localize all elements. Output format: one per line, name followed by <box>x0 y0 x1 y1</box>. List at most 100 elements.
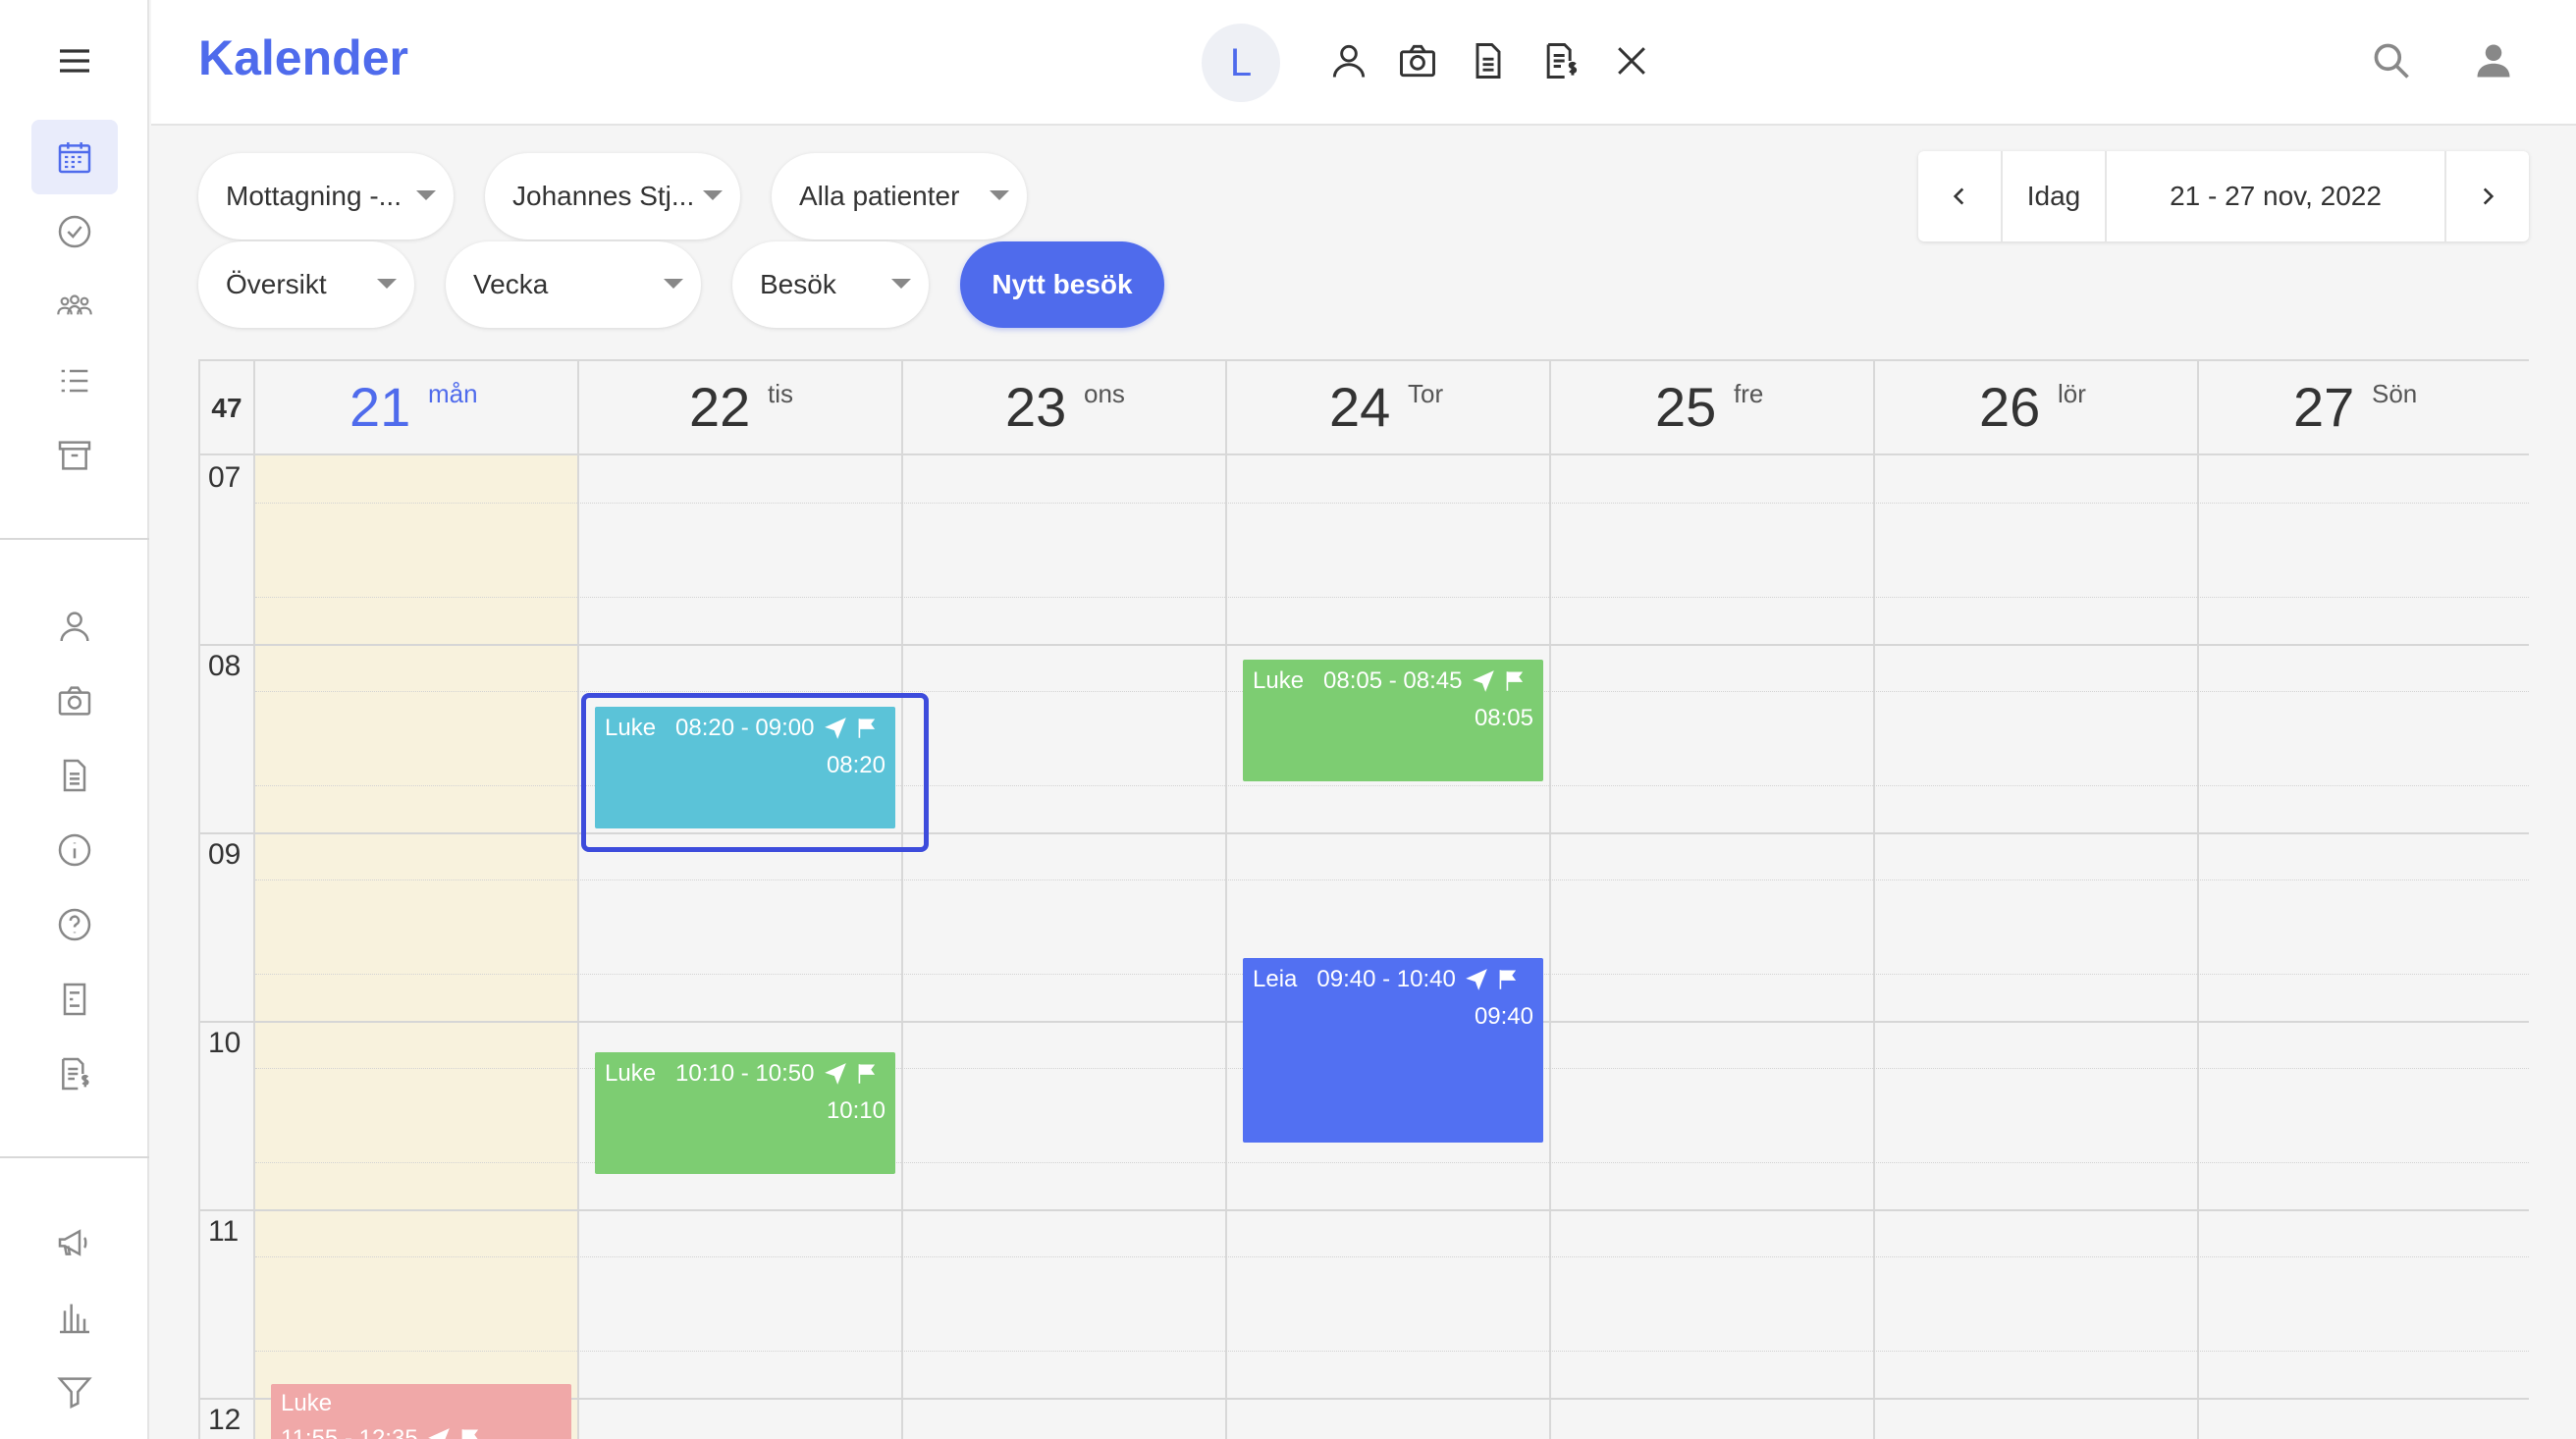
appointment-event[interactable]: Luke 08:05 - 08:45 08:05 <box>1243 660 1543 781</box>
day-column-mon[interactable] <box>255 455 579 1439</box>
help-icon[interactable] <box>31 887 118 962</box>
report-icon[interactable] <box>31 962 118 1037</box>
appointment-event[interactable]: Luke 10:10 - 10:50 10:10 <box>595 1052 895 1174</box>
page-title: Kalender <box>198 30 408 85</box>
hour-label: 12 <box>208 1404 242 1436</box>
user-icon[interactable] <box>1325 37 1372 84</box>
day-column-fri[interactable] <box>1551 455 1875 1439</box>
day-number: 23 <box>1005 376 1067 438</box>
info-icon[interactable] <box>31 813 118 887</box>
day-column-sat[interactable] <box>1875 455 2199 1439</box>
send-icon <box>824 718 846 739</box>
statistics-icon[interactable] <box>31 1280 118 1355</box>
day-column-wed[interactable] <box>903 455 1227 1439</box>
search-icon[interactable] <box>2368 37 2415 84</box>
menu-icon[interactable] <box>31 24 118 98</box>
day-name: mån <box>428 379 478 408</box>
day-header-sat[interactable]: 26 lör <box>1875 361 2199 455</box>
event-start-time: 08:20 <box>826 752 886 778</box>
event-start-time: 08:05 <box>1474 705 1533 731</box>
flag-icon <box>461 1429 478 1439</box>
top-bar: Kalender L <box>151 0 2576 126</box>
event-time: 08:05 - 08:45 <box>1323 667 1463 694</box>
day-header-sun[interactable]: 27 Sön <box>2199 361 2529 455</box>
day-header-fri[interactable]: 25 fre <box>1551 361 1875 455</box>
day-header-thu[interactable]: 24 Tor <box>1227 361 1551 455</box>
camera-icon[interactable] <box>31 664 118 738</box>
quarter-line <box>255 1256 2529 1257</box>
event-patient-name: Luke <box>1253 667 1305 694</box>
calendar-icon[interactable] <box>31 120 118 194</box>
hour-label: 11 <box>208 1215 240 1248</box>
hour-line <box>200 1209 2529 1211</box>
list-icon[interactable] <box>31 344 118 418</box>
appointment-event[interactable]: Luke 08:20 - 09:00 08:20 <box>595 707 895 828</box>
event-time: 09:40 - 10:40 <box>1316 966 1456 992</box>
event-patient-name: Leia <box>1253 966 1298 992</box>
day-header-wed[interactable]: 23 ons <box>903 361 1227 455</box>
camera-icon[interactable] <box>1394 37 1441 84</box>
patients-group-icon[interactable] <box>31 269 118 344</box>
next-week-button[interactable] <box>2446 151 2529 241</box>
day-number: 24 <box>1329 376 1391 438</box>
tasks-check-icon[interactable] <box>31 194 118 269</box>
day-column-sun[interactable] <box>2199 455 2529 1439</box>
document-icon[interactable] <box>1465 37 1512 84</box>
archive-icon[interactable] <box>31 418 118 493</box>
previous-week-button[interactable] <box>1918 151 2001 241</box>
user-icon[interactable] <box>31 589 118 664</box>
type-select[interactable]: Besök <box>732 241 929 328</box>
new-visit-button[interactable]: Nytt besök <box>960 241 1164 328</box>
send-icon <box>427 1428 450 1439</box>
flag-icon <box>1499 970 1516 989</box>
practitioner-select[interactable]: Johannes Stj... <box>485 153 740 240</box>
period-select[interactable]: Vecka <box>446 241 701 328</box>
date-range[interactable]: 21 - 27 nov, 2022 <box>2107 151 2446 241</box>
hour-label: 10 <box>208 1027 242 1059</box>
chevron-right-icon <box>2483 187 2495 205</box>
day-number: 21 <box>349 376 411 438</box>
invoice-icon[interactable] <box>1537 37 1584 84</box>
chevron-left-icon <box>1953 187 1964 205</box>
view-select[interactable]: Översikt <box>198 241 414 328</box>
document-icon[interactable] <box>31 738 118 813</box>
day-name: ons <box>1084 379 1125 408</box>
patient-filter-select[interactable]: Alla patienter <box>772 153 1027 240</box>
invoice-icon[interactable] <box>31 1037 118 1111</box>
day-number: 26 <box>1979 376 2041 438</box>
view-select-value: Översikt <box>226 269 327 299</box>
sidebar-divider <box>0 538 149 540</box>
event-patient-name: Luke <box>605 1060 657 1087</box>
clinic-select-value: Mottagning -... <box>226 181 402 211</box>
megaphone-icon[interactable] <box>31 1205 118 1280</box>
clinic-select[interactable]: Mottagning -... <box>198 153 454 240</box>
day-column-tue[interactable] <box>579 455 903 1439</box>
patient-filter-value: Alla patienter <box>799 181 960 211</box>
sidebar <box>0 0 149 1439</box>
close-icon[interactable] <box>1608 37 1655 84</box>
account-icon[interactable] <box>2470 37 2517 84</box>
period-select-value: Vecka <box>473 269 549 299</box>
patient-avatar[interactable]: L <box>1202 24 1280 102</box>
hour-column: 07 08 09 10 11 12 <box>200 455 255 1439</box>
week-calendar: 47 21 mån 22 tis 23 ons 24 Tor 25 fre 26… <box>198 359 2529 1439</box>
calendar-grid: 07 08 09 10 11 12 Luke 08:20 - 09:00 08:… <box>200 455 2529 1439</box>
day-header-tue[interactable]: 22 tis <box>579 361 903 455</box>
day-name: tis <box>768 379 793 408</box>
day-column-thu[interactable] <box>1227 455 1551 1439</box>
event-time: 10:10 - 10:50 <box>675 1060 815 1087</box>
event-time: 08:20 - 09:00 <box>675 715 815 741</box>
event-patient-name: Luke <box>281 1390 333 1416</box>
quarter-line <box>255 597 2529 598</box>
today-button[interactable]: Idag <box>2001 151 2107 241</box>
day-name: lör <box>2058 379 2086 408</box>
filter-icon[interactable] <box>31 1355 118 1429</box>
appointment-event[interactable]: Luke 11:55 - 12:35 <box>271 1384 571 1439</box>
appointment-event[interactable]: Leia 09:40 - 10:40 09:40 <box>1243 958 1543 1143</box>
day-name: Sön <box>2372 379 2418 408</box>
flag-icon <box>1506 671 1523 691</box>
hour-label: 09 <box>208 838 242 871</box>
day-name: fre <box>1734 379 1764 408</box>
day-header-mon[interactable]: 21 mån <box>255 361 579 455</box>
event-patient-name: Luke <box>605 715 657 741</box>
